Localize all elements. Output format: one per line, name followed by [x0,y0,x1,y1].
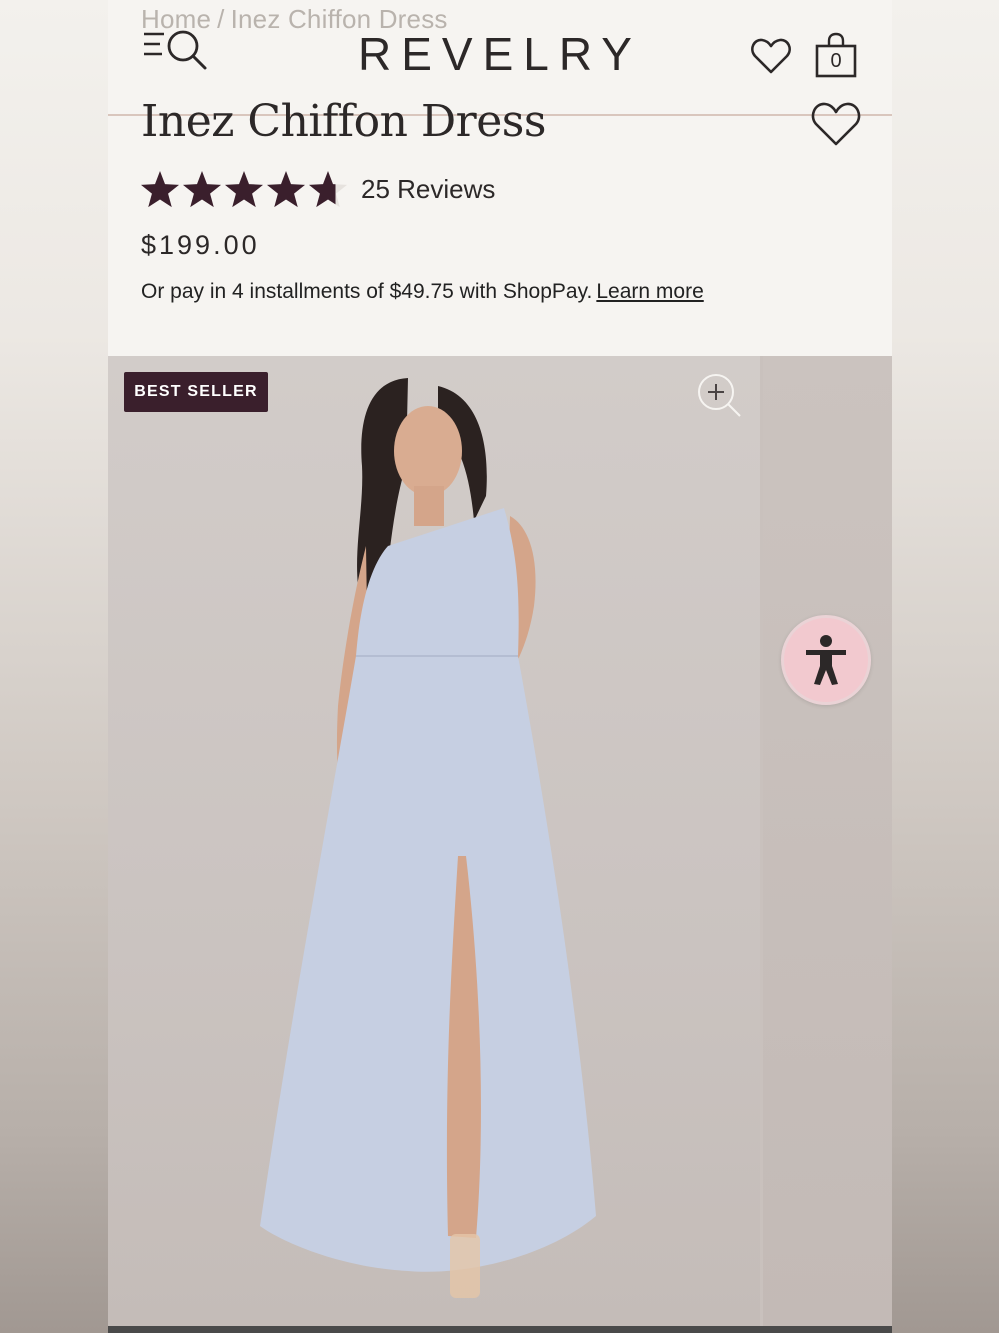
add-to-wishlist-button[interactable] [810,100,862,148]
installments-info: Or pay in 4 installments of $49.75 with … [141,280,704,304]
wishlist-button[interactable] [750,36,792,76]
rating-stars [140,171,348,208]
product-image[interactable] [108,356,760,1333]
star-icon [224,171,264,208]
bottom-bar [108,1326,892,1333]
star-icon [140,171,180,208]
heart-icon [751,38,791,74]
reviews-link[interactable]: 25 Reviews [361,174,495,205]
product-gallery[interactable]: BEST SELLER [108,356,892,1333]
product-price: $199.00 [141,230,260,260]
star-icon [182,171,222,208]
accessibility-icon [806,635,846,685]
star-icon [266,171,306,208]
star-icon [308,171,348,208]
shopping-bag-button[interactable]: 0 [813,32,859,80]
bag-count: 0 [830,50,842,72]
zoom-in-icon [698,374,741,417]
next-product-image[interactable] [763,356,892,1333]
model-photo [260,378,596,1298]
zoom-button[interactable] [696,372,744,420]
heart-icon [811,102,861,146]
accessibility-button[interactable] [781,615,871,705]
product-title: Inez Chiffon Dress [141,96,546,147]
product-page: Home / Inez Chiffon Dress REVELRY 0 Inez… [108,0,892,1333]
installments-text: Or pay in 4 installments of $49.75 with … [141,280,593,303]
learn-more-link[interactable]: Learn more [596,280,703,303]
best-seller-badge: BEST SELLER [124,372,268,412]
